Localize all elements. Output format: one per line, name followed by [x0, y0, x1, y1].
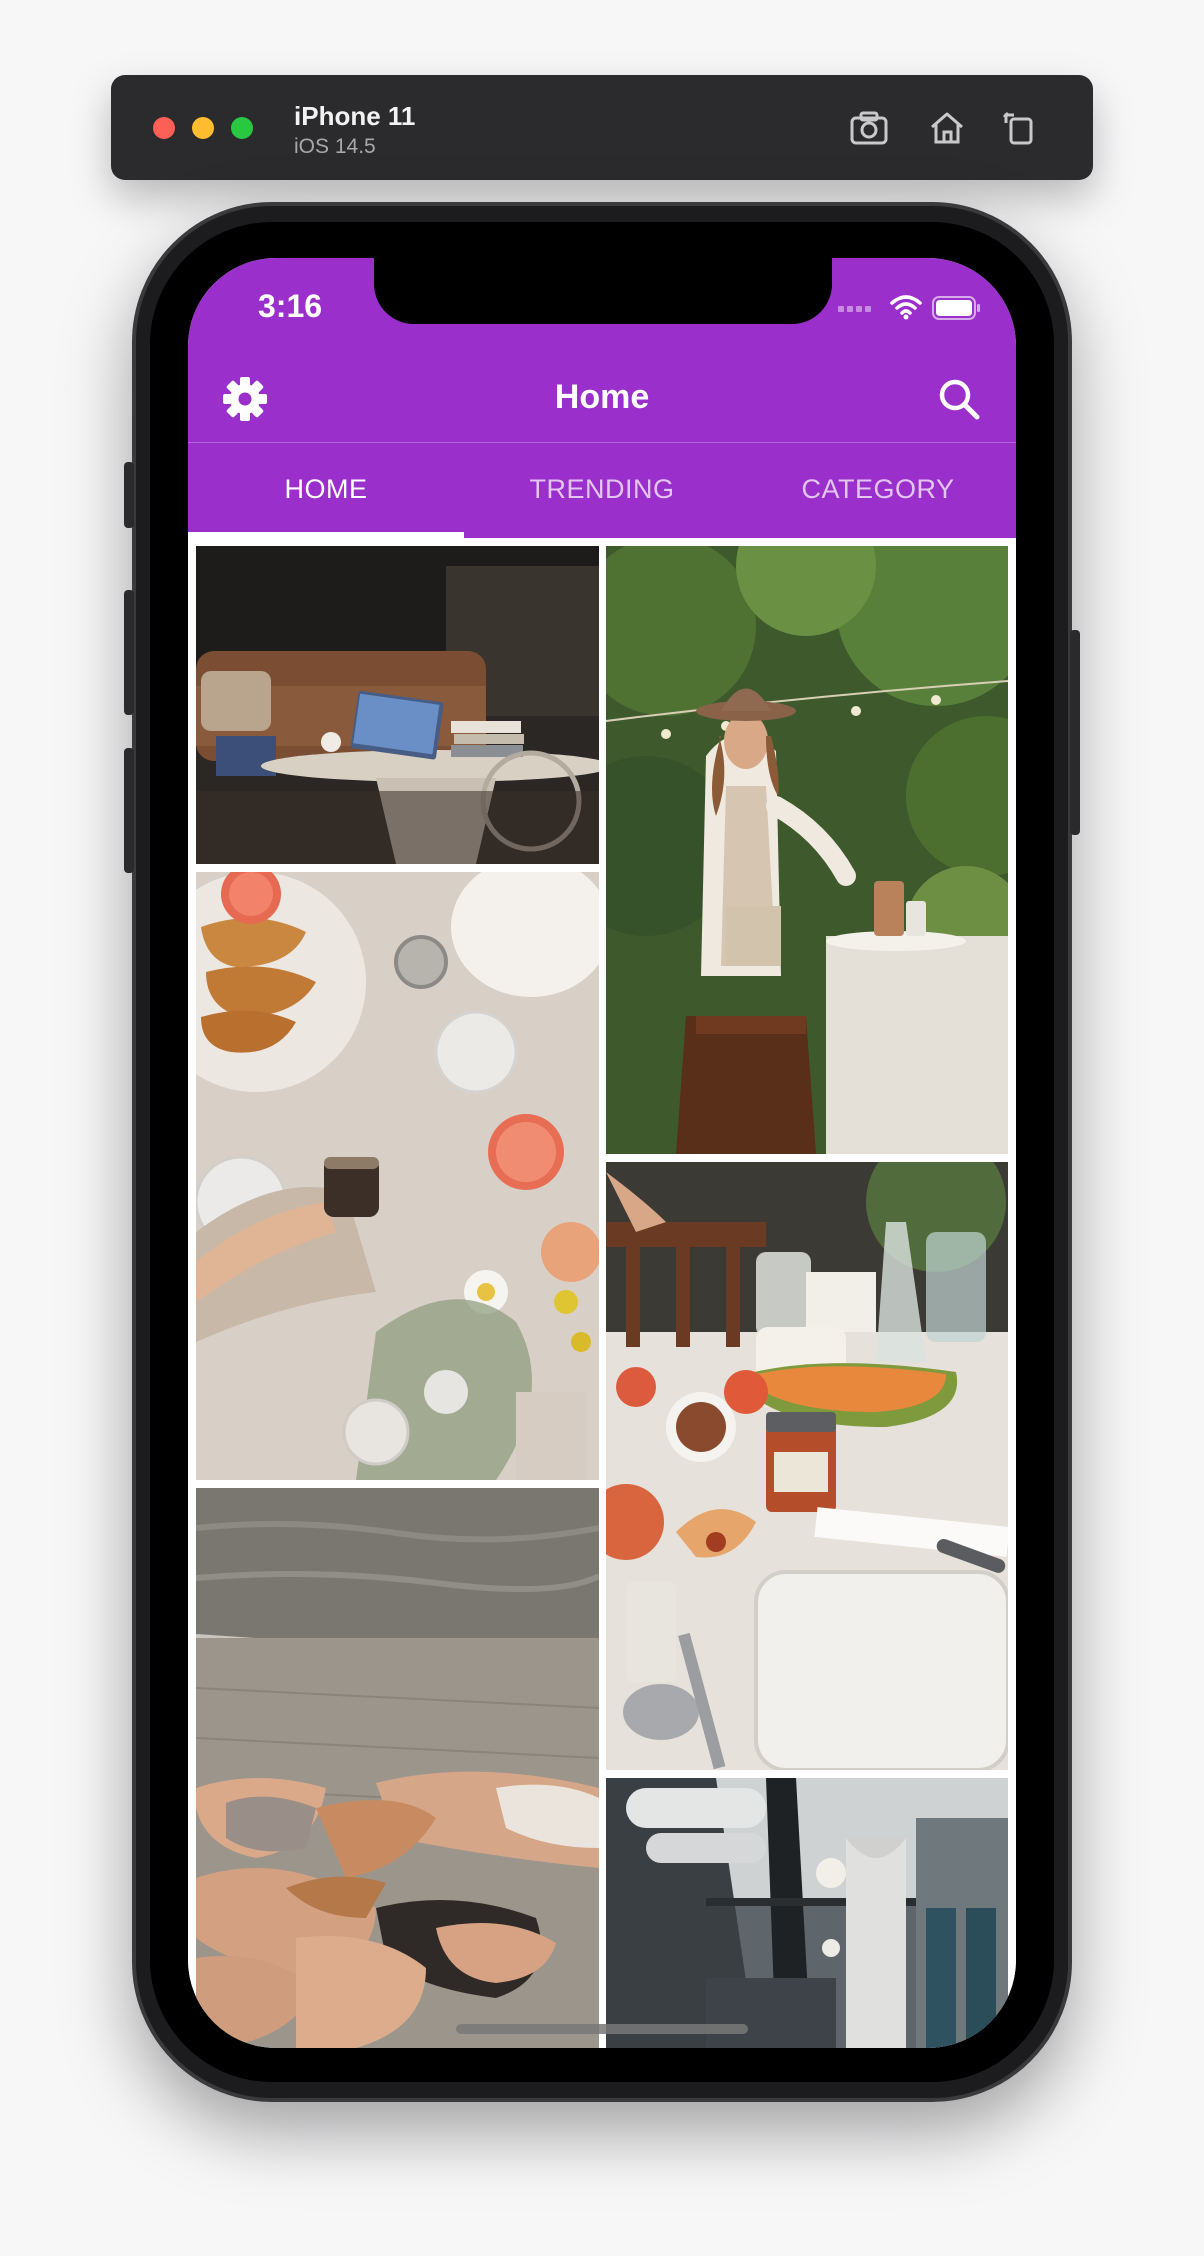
simulator-title-bar: iPhone 11 iOS 14.5: [111, 75, 1093, 180]
phone-screen: 3:16 Home HOME TRENDING CATEGORY: [188, 258, 1016, 2048]
photo-tile[interactable]: [606, 1778, 1008, 2048]
zoom-window-button[interactable]: [231, 117, 253, 139]
os-version: iOS 14.5: [294, 135, 376, 158]
page-title: Home: [554, 378, 650, 416]
status-icons: [838, 294, 980, 324]
device-name: iPhone 11: [294, 101, 416, 131]
tab-category[interactable]: CATEGORY: [740, 474, 1016, 505]
photo-tile[interactable]: [606, 1162, 1008, 1770]
tab-home[interactable]: HOME: [188, 474, 464, 505]
photo-tile[interactable]: [606, 546, 1008, 1154]
search-icon[interactable]: [934, 374, 984, 424]
home-icon[interactable]: [924, 105, 970, 151]
photo-tile[interactable]: [196, 546, 599, 864]
toolbar-divider: [188, 442, 1016, 443]
mute-switch: [124, 462, 134, 528]
tab-trending[interactable]: TRENDING: [464, 474, 740, 505]
rotate-icon[interactable]: [996, 105, 1042, 151]
photo-tile[interactable]: [196, 872, 599, 1480]
status-time: 3:16: [258, 288, 323, 324]
minimize-window-button[interactable]: [192, 117, 214, 139]
volume-up-button: [124, 590, 134, 715]
signal-icon: [838, 306, 871, 312]
battery-icon: [932, 296, 980, 320]
power-button: [1070, 630, 1080, 835]
screenshot-icon[interactable]: [846, 105, 892, 151]
volume-down-button: [124, 748, 134, 873]
photo-grid: [188, 538, 1016, 2048]
photo-tile[interactable]: [196, 1488, 599, 2048]
wifi-icon: [890, 295, 922, 320]
close-window-button[interactable]: [153, 117, 175, 139]
home-indicator[interactable]: [456, 2024, 748, 2034]
notch: [374, 258, 832, 324]
